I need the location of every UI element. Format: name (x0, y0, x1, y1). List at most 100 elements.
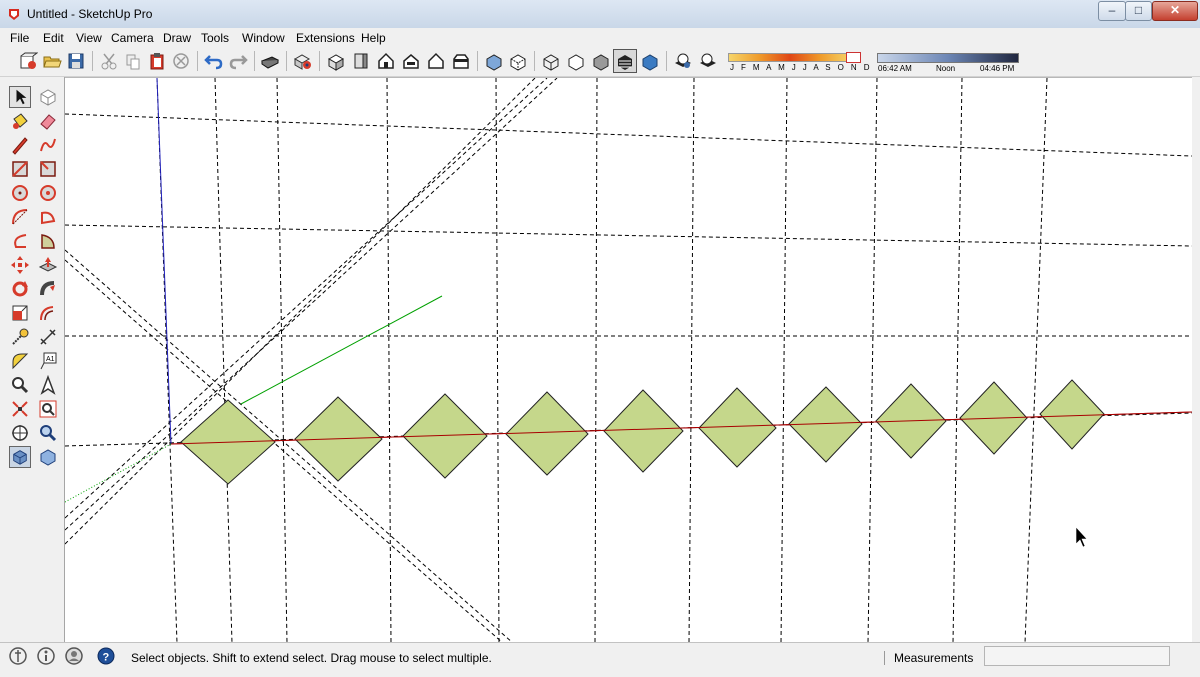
protractor-icon[interactable] (10, 351, 30, 371)
shadow-date-slider[interactable]: J F M A M J J A S O N D (728, 50, 869, 72)
tape-measure-icon[interactable] (10, 327, 30, 347)
front-view-icon[interactable] (376, 51, 396, 71)
hidden-line-icon[interactable] (566, 51, 586, 71)
eraser-icon[interactable] (38, 111, 58, 131)
shaded-with-textures-icon (618, 55, 632, 70)
toolbar-divider (534, 51, 535, 71)
rectangle-icon[interactable] (10, 159, 30, 179)
minimize-button[interactable]: – (1098, 1, 1126, 21)
shaded-with-textures-button[interactable] (613, 49, 637, 73)
toolbar-divider (92, 51, 93, 71)
right-view-icon[interactable] (401, 51, 421, 71)
pie-icon[interactable] (38, 207, 58, 227)
orbit-icon[interactable] (10, 375, 30, 395)
three-point-arc-icon[interactable] (38, 231, 58, 251)
polygon-icon[interactable] (38, 183, 58, 203)
left-view-icon[interactable] (451, 51, 471, 71)
time-noon-label: Noon (936, 64, 956, 73)
svg-text:?: ? (103, 652, 110, 664)
top-view-icon[interactable] (351, 51, 371, 71)
viewport-canvas[interactable] (65, 78, 1192, 643)
xray-icon[interactable] (484, 51, 504, 71)
shadow-time-slider[interactable] (877, 53, 1019, 63)
position-camera-icon[interactable] (10, 423, 30, 443)
cut-icon[interactable] (99, 51, 119, 71)
make-component-icon[interactable] (38, 87, 58, 107)
pan-icon[interactable] (38, 375, 58, 395)
two-point-arc-icon[interactable] (10, 231, 30, 251)
text-label-icon[interactable]: A1 (38, 351, 58, 371)
print-icon[interactable] (260, 51, 280, 71)
paste-icon[interactable] (147, 51, 167, 71)
rotated-rectangle-icon[interactable] (38, 159, 58, 179)
erase-delete-icon[interactable] (171, 51, 191, 71)
iso-view-icon[interactable] (326, 51, 346, 71)
diamond-faces (180, 379, 1105, 485)
menu-file[interactable]: File (10, 31, 29, 45)
menu-view[interactable]: View (76, 31, 102, 45)
toolbar-divider (477, 51, 478, 71)
rotate-icon[interactable] (10, 279, 30, 299)
status-bar: ? Select objects. Shift to extend select… (0, 642, 1200, 677)
toolbar-divider (286, 51, 287, 71)
open-folder-icon[interactable] (42, 51, 62, 71)
circle-icon[interactable] (10, 183, 30, 203)
diamond-face (1039, 379, 1105, 450)
section-plane-icon[interactable] (38, 447, 58, 467)
push-pull-icon[interactable] (38, 255, 58, 275)
new-model-icon[interactable] (18, 51, 38, 71)
menu-tools[interactable]: Tools (201, 31, 229, 45)
zoom-extents-icon[interactable] (10, 399, 30, 419)
copy-icon[interactable] (123, 51, 143, 71)
model-viewport[interactable] (65, 77, 1192, 643)
freehand-icon[interactable] (38, 135, 58, 155)
time-end-label: 04:46 PM (980, 64, 1015, 73)
instructor-help-icon[interactable]: ? (96, 646, 116, 666)
paint-bucket-icon[interactable] (10, 111, 30, 131)
select-tool-button[interactable] (9, 86, 31, 108)
menu-camera[interactable]: Camera (111, 31, 154, 45)
scale-icon[interactable] (10, 303, 30, 323)
toolbar-divider (197, 51, 198, 71)
look-around-icon[interactable] (38, 423, 58, 443)
user-account-icon[interactable] (64, 646, 84, 666)
follow-me-icon[interactable] (38, 279, 58, 299)
back-edges-icon[interactable] (508, 51, 528, 71)
menu-draw[interactable]: Draw (163, 31, 191, 45)
fog-toggle-icon[interactable] (698, 51, 718, 71)
dimension-icon[interactable] (38, 327, 58, 347)
close-button[interactable]: ✕ (1152, 1, 1198, 21)
arc-icon[interactable] (10, 207, 30, 227)
undo-icon[interactable] (204, 51, 224, 71)
menu-help[interactable]: Help (361, 31, 386, 45)
shaded-icon[interactable] (591, 51, 611, 71)
mouse-cursor-icon (1075, 526, 1088, 548)
menu-edit[interactable]: Edit (43, 31, 64, 45)
y-axis-line (240, 295, 443, 405)
guide-lines (65, 78, 1192, 643)
model-info-icon[interactable] (292, 51, 312, 71)
month-gradient-bar (728, 53, 852, 62)
toolbar-divider (319, 51, 320, 71)
maximize-button[interactable]: □ (1125, 1, 1152, 21)
window-title: Untitled - SketchUp Pro (27, 7, 153, 21)
walk-box-icon (13, 450, 27, 465)
geolocation-icon[interactable] (8, 646, 28, 666)
credits-icon[interactable] (36, 646, 56, 666)
save-icon[interactable] (66, 51, 86, 71)
wireframe-icon[interactable] (541, 51, 561, 71)
measurements-input[interactable] (984, 646, 1170, 666)
back-view-icon[interactable] (426, 51, 446, 71)
walk-tool-button[interactable] (9, 446, 31, 468)
redo-icon[interactable] (228, 51, 248, 71)
month-slider-thumb[interactable] (846, 52, 861, 63)
offset-icon[interactable] (38, 303, 58, 323)
menu-extensions[interactable]: Extensions (296, 31, 355, 45)
line-pencil-icon[interactable] (10, 135, 30, 155)
move-icon[interactable] (10, 255, 30, 275)
shadows-toggle-icon[interactable] (673, 51, 693, 71)
time-start-label: 06:42 AM (878, 64, 912, 73)
zoom-window-icon[interactable] (38, 399, 58, 419)
menu-window[interactable]: Window (242, 31, 285, 45)
monochrome-icon[interactable] (640, 51, 660, 71)
